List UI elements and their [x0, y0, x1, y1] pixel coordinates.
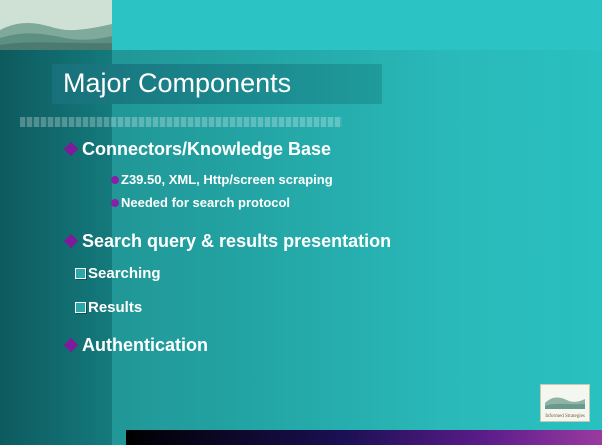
sub-bullet-item: Needed for search protocol [111, 195, 290, 211]
sub-bullet-item: Z39.50, XML, Http/screen scraping [111, 172, 333, 188]
dot-bullet-icon [111, 199, 119, 208]
bullet-item: Search query & results presentation [63, 230, 391, 252]
bullet-text: Results [88, 299, 143, 316]
dot-bullet-icon [111, 176, 119, 185]
checkbox-bullet-icon [75, 268, 86, 280]
footer-logo-text: Informed Strategies [545, 414, 585, 419]
bullet-list: Connectors/Knowledge Base Z39.50, XML, H… [0, 0, 602, 445]
bullet-text: Searching [88, 265, 161, 282]
sub-bullet-item: Searching [75, 264, 161, 283]
sub-bullet-item: Results [75, 298, 142, 317]
diamond-bullet-icon [63, 338, 79, 353]
bullet-text: Authentication [82, 335, 208, 355]
bullet-text: Needed for search protocol [121, 195, 291, 210]
bottom-band [126, 430, 602, 445]
diamond-bullet-icon [63, 234, 79, 249]
checkbox-bullet-icon [75, 302, 86, 314]
footer-logo: Informed Strategies [540, 384, 590, 422]
bullet-item: Connectors/Knowledge Base [63, 138, 331, 160]
bullet-text: Search query & results presentation [82, 231, 392, 251]
bullet-item: Authentication [63, 334, 208, 356]
bullet-text: Connectors/Knowledge Base [82, 139, 332, 159]
slide: Major Components Connectors/Knowledge Ba… [0, 0, 602, 445]
bullet-text: Z39.50, XML, Http/screen scraping [121, 172, 333, 187]
mountain-landscape-icon [545, 397, 585, 409]
diamond-bullet-icon [63, 142, 79, 157]
